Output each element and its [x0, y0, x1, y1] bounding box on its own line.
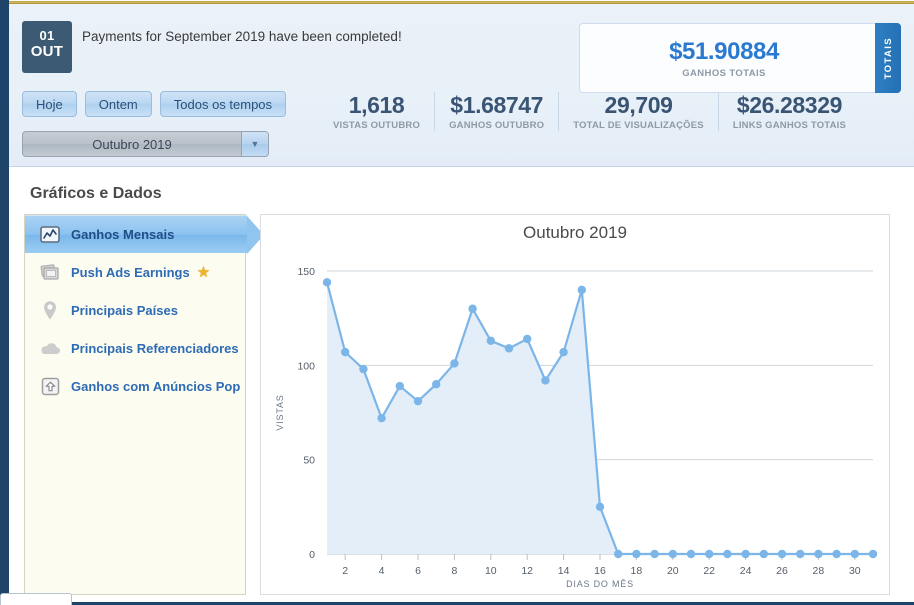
- range-button-yesterday[interactable]: Ontem: [84, 91, 152, 117]
- sidebar-item-ganhos-com-anuncios-pop[interactable]: Ganhos com Anúncios Pop: [25, 367, 245, 405]
- svg-text:28: 28: [813, 565, 825, 577]
- stat-value: 29,709: [604, 92, 673, 118]
- chart-panel: Outubro 2019 0 50 100 150 2 4 6 8 10 12 14 16 18 20 22…: [260, 214, 890, 595]
- sidebar-item-principais-referenciadores[interactable]: Principais Referenciadores: [25, 329, 245, 367]
- totals-side-tab[interactable]: TOTAIS: [875, 23, 901, 93]
- stat-value: $26.28329: [736, 92, 843, 118]
- sidebar-item-label: Push Ads Earnings: [71, 264, 190, 280]
- stat-label: GANHOS OUTUBRO: [449, 120, 545, 131]
- svg-text:6: 6: [415, 565, 421, 577]
- sidebar-item-label: Ganhos Mensais: [71, 227, 175, 242]
- svg-text:DIAS DO MÊS: DIAS DO MÊS: [566, 579, 634, 589]
- sidebar-item-ganhos-mensais[interactable]: Ganhos Mensais: [25, 215, 264, 254]
- sidebar-item-label: Principais Referenciadores: [71, 340, 239, 356]
- stat-views-month: 1,618 VISTAS OUTUBRO: [319, 92, 434, 131]
- stat-label: VISTAS OUTUBRO: [333, 120, 421, 131]
- stat-label: LINKS GANHOS TOTAIS: [732, 120, 847, 131]
- svg-text:30: 30: [849, 565, 861, 577]
- stat-total-views: 29,709 TOTAL DE VISUALIZAÇÕES: [558, 92, 718, 131]
- status-tab[interactable]: [0, 593, 72, 605]
- svg-text:0: 0: [309, 549, 315, 561]
- cloud-icon: [39, 337, 61, 359]
- totals-content: $51.90884 GANHOS TOTAIS: [580, 24, 868, 92]
- totals-value: $51.90884: [669, 37, 779, 65]
- stats-row: 1,618 VISTAS OUTUBRO $1.68747 GANHOS OUT…: [319, 92, 860, 131]
- range-button-today[interactable]: Hoje: [22, 91, 77, 117]
- svg-text:22: 22: [703, 565, 715, 577]
- svg-text:16: 16: [594, 565, 606, 577]
- sidebar-item-push-ads-earnings[interactable]: Push Ads Earnings ★: [25, 253, 245, 291]
- notice-text: Payments for September 2019 have been co…: [82, 29, 402, 44]
- charts-menu-panel: Ganhos Mensais Push Ads Earnings ★ Princ…: [24, 214, 264, 595]
- page-root: 01 OUT Payments for September 2019 have …: [0, 0, 914, 605]
- svg-text:4: 4: [379, 565, 385, 577]
- range-button-group: Hoje Ontem Todos os tempos: [22, 91, 287, 117]
- monthly-views-chart[interactable]: 0501001502 4 6 8 10 12 14 16 18 20 22 24 26 28 30DIAS …: [261, 215, 889, 594]
- stat-label: TOTAL DE VISUALIZAÇÕES: [573, 120, 704, 131]
- stat-earnings-month: $1.68747 GANHOS OUTUBRO: [434, 92, 558, 131]
- line-chart-icon: [39, 224, 61, 246]
- popup-arrow-icon: [39, 375, 61, 397]
- images-stack-icon: [39, 261, 61, 283]
- svg-text:8: 8: [451, 565, 457, 577]
- svg-text:150: 150: [297, 266, 315, 278]
- date-badge-day: 01: [39, 28, 55, 43]
- stat-value: $1.68747: [450, 92, 544, 118]
- svg-text:18: 18: [631, 565, 643, 577]
- svg-text:24: 24: [740, 565, 752, 577]
- stat-link-earnings: $26.28329 LINKS GANHOS TOTAIS: [717, 92, 860, 131]
- svg-text:100: 100: [297, 360, 315, 372]
- totals-side-tab-label: TOTAIS: [882, 36, 894, 80]
- date-badge-month: OUT: [30, 43, 64, 60]
- range-button-alltime[interactable]: Todos os tempos: [159, 91, 287, 117]
- header-panel: 01 OUT Payments for September 2019 have …: [9, 4, 914, 167]
- map-pin-icon: [39, 299, 61, 321]
- left-rail: [0, 0, 9, 605]
- page-title: Gráficos e Dados: [30, 185, 162, 202]
- date-badge: 01 OUT: [22, 21, 72, 73]
- stat-value: 1,618: [348, 92, 405, 118]
- svg-text:20: 20: [667, 565, 679, 577]
- sidebar-item-label: Principais Países: [71, 302, 178, 318]
- month-select-value: Outubro 2019: [92, 136, 172, 152]
- sidebar-item-label: Ganhos com Anúncios Pop: [71, 378, 241, 394]
- svg-text:26: 26: [776, 565, 788, 577]
- star-icon: ★: [196, 264, 211, 281]
- sidebar-item-principais-paises[interactable]: Principais Países: [25, 291, 245, 329]
- svg-text:14: 14: [558, 565, 570, 577]
- month-select[interactable]: Outubro 2019 ▼: [22, 131, 269, 157]
- svg-text:10: 10: [485, 565, 497, 577]
- svg-text:2: 2: [342, 565, 348, 577]
- svg-text:50: 50: [303, 455, 315, 467]
- svg-text:VISTAS: VISTAS: [275, 394, 285, 430]
- totals-card: $51.90884 GANHOS TOTAIS TOTAIS: [579, 23, 901, 93]
- totals-label: GANHOS TOTAIS: [682, 67, 766, 79]
- svg-text:12: 12: [521, 565, 533, 577]
- chevron-down-icon: ▼: [241, 132, 268, 156]
